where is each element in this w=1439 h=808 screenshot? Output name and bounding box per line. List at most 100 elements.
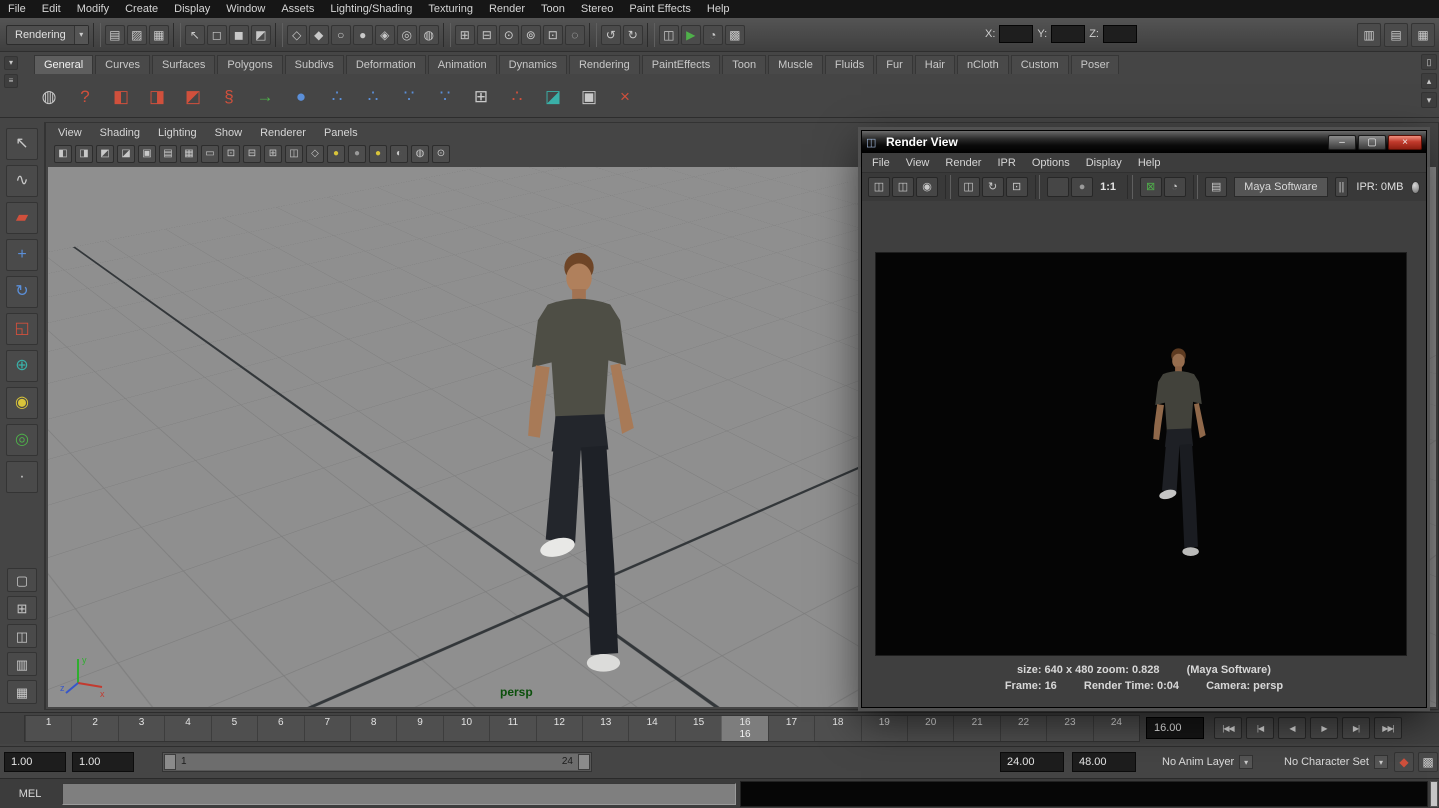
renderer-selector[interactable]: Maya Software [1234, 177, 1327, 197]
section-divider[interactable] [93, 23, 101, 47]
render-view-menu-item[interactable]: File [872, 154, 890, 172]
menu-item[interactable]: Help [699, 0, 738, 18]
playback-start-field[interactable]: 1.00 [72, 752, 134, 772]
select-by-joints-icon[interactable]: ◆ [309, 25, 329, 45]
timeline-frame[interactable]: 24 [1093, 716, 1139, 741]
character-set-selector[interactable]: No Character Set ▾ [1284, 752, 1388, 772]
timeline-frame[interactable]: 14 [628, 716, 674, 741]
render-view-menu-item[interactable]: View [906, 154, 930, 172]
help-icon[interactable]: ? [70, 81, 100, 111]
select-by-surfaces-icon[interactable]: ● [353, 25, 373, 45]
render-image[interactable] [875, 252, 1407, 656]
timeline-frame[interactable]: 21 [953, 716, 999, 741]
film-gate-icon[interactable]: ▭ [201, 145, 219, 163]
go-to-playback-start-button[interactable]: |◀◀ [1214, 717, 1242, 739]
step-forward-one-frame-button[interactable]: ▶| [1342, 717, 1370, 739]
menu-item[interactable]: Stereo [573, 0, 621, 18]
section-divider[interactable] [275, 23, 283, 47]
snap-to-points-icon[interactable]: ⊙ [499, 25, 519, 45]
four-pane-layout-icon[interactable]: ⊞ [7, 596, 37, 620]
shelf-tab[interactable]: nCloth [957, 55, 1009, 74]
range-end-handle[interactable] [578, 754, 590, 770]
show-manipulator-tool-icon[interactable]: ◎ [6, 424, 38, 456]
alpha-channel-icon[interactable]: ● [1071, 177, 1093, 197]
single-pane-layout-icon[interactable]: ▢ [7, 568, 37, 592]
snapshot-icon[interactable]: ◉ [916, 177, 938, 197]
timeline-frame[interactable]: 8 [350, 716, 396, 741]
menu-item[interactable]: Display [166, 0, 218, 18]
node-tree-icon[interactable]: ∵ [430, 81, 460, 111]
render-settings-icon[interactable]: ▩ [725, 25, 745, 45]
command-input[interactable] [62, 783, 736, 805]
two-d-pan-zoom-icon[interactable]: ▣ [138, 145, 156, 163]
camera-aim-icon[interactable]: ◨ [142, 81, 172, 111]
render-view-menu-item[interactable]: IPR [997, 154, 1015, 172]
make-live-icon[interactable]: ◌ [565, 25, 585, 45]
select-camera-icon[interactable]: ◧ [54, 145, 72, 163]
sphere-icon[interactable]: ● [286, 81, 316, 111]
menu-item[interactable]: Texturing [420, 0, 481, 18]
shelf-tab[interactable]: Surfaces [152, 55, 215, 74]
range-slider[interactable]: 1 24 [162, 752, 592, 772]
timeline-frame[interactable]: 1 [25, 716, 71, 741]
hypergraph-icon[interactable]: ∴ [322, 81, 352, 111]
tool-settings-toggle-icon[interactable]: ▥ [1357, 23, 1381, 47]
camera-icon[interactable]: ◧ [106, 81, 136, 111]
select-component-mode-icon[interactable]: ◼ [229, 25, 249, 45]
menu-set-selector[interactable]: Rendering ▾ [6, 25, 89, 45]
shelf-scroll-down-icon[interactable]: ▾ [1421, 92, 1437, 108]
snap-to-curves-icon[interactable]: ⊟ [477, 25, 497, 45]
shelf-tab[interactable]: Subdivs [285, 55, 344, 74]
motion-path-icon[interactable]: → [250, 81, 280, 111]
select-by-dynamics-icon[interactable]: ◎ [397, 25, 417, 45]
outliner-pane-layout-icon[interactable]: ▥ [7, 652, 37, 676]
bookmark-icon[interactable]: ◩ [96, 145, 114, 163]
timeline-frame[interactable]: 17 [768, 716, 814, 741]
select-hierarchy-icon[interactable]: ↖ [185, 25, 205, 45]
section-divider[interactable] [589, 23, 597, 47]
viewport-menu-item[interactable]: View [58, 124, 82, 142]
viewport-menu-item[interactable]: Shading [100, 124, 140, 142]
animation-end-field[interactable]: 48.00 [1072, 752, 1136, 772]
auto-keyframe-icon[interactable]: ◆ [1394, 752, 1414, 772]
shelf-tab-switch-icon[interactable]: ▾ [4, 56, 18, 70]
shading-group-icon[interactable]: ◍ [34, 81, 64, 111]
shelf-tab[interactable]: PaintEffects [642, 55, 721, 74]
z-input[interactable] [1103, 25, 1137, 43]
shelf-scroll-up-icon[interactable]: ▴ [1421, 73, 1437, 89]
shelf-tab[interactable]: Custom [1011, 55, 1069, 74]
current-time-field[interactable]: 16.00 [1146, 717, 1204, 739]
menu-item[interactable]: File [0, 0, 34, 18]
anim-layer-selector[interactable]: No Anim Layer ▾ [1162, 752, 1253, 772]
timeline-frame[interactable]: 10 [443, 716, 489, 741]
image-plane-icon[interactable]: ◪ [117, 145, 135, 163]
shelf-tab[interactable]: Polygons [217, 55, 282, 74]
timeline-frame[interactable]: 22 [1000, 716, 1046, 741]
shelf-tab[interactable]: Rendering [569, 55, 640, 74]
save-scene-icon[interactable]: ▦ [149, 25, 169, 45]
open-scene-icon[interactable]: ▨ [127, 25, 147, 45]
x-input[interactable] [999, 25, 1033, 43]
paint-select-tool-icon[interactable]: ▰ [6, 202, 38, 234]
select-by-handles-icon[interactable]: ◇ [287, 25, 307, 45]
field-chart-icon[interactable]: ⊞ [264, 145, 282, 163]
shaded-mode-icon[interactable]: ● [327, 145, 345, 163]
menu-item[interactable]: Lighting/Shading [322, 0, 420, 18]
hypergraph-pane-layout-icon[interactable]: ▦ [7, 680, 37, 704]
timeline-frame[interactable]: 13 [582, 716, 628, 741]
snap-to-view-planes-icon[interactable]: ⊡ [543, 25, 563, 45]
shelf-tab[interactable]: Fur [876, 55, 913, 74]
new-scene-icon[interactable]: ▤ [105, 25, 125, 45]
spreadsheet-icon[interactable]: ⊞ [466, 81, 496, 111]
sever-icon[interactable]: × [610, 81, 640, 111]
shelf-tab[interactable]: Deformation [346, 55, 426, 74]
exposure-control-icon[interactable]: ◔ [1164, 177, 1186, 197]
channel-box-toggle-icon[interactable]: ▦ [1411, 23, 1435, 47]
timeline-frame[interactable]: 2 [71, 716, 117, 741]
section-divider[interactable] [443, 23, 451, 47]
last-tool-icon[interactable]: ∙ [6, 461, 38, 493]
hypershade-icon[interactable]: ∴ [358, 81, 388, 111]
gate-mask-icon[interactable]: ⊟ [243, 145, 261, 163]
select-by-rendering-icon[interactable]: ◍ [419, 25, 439, 45]
menu-item[interactable]: Assets [273, 0, 322, 18]
